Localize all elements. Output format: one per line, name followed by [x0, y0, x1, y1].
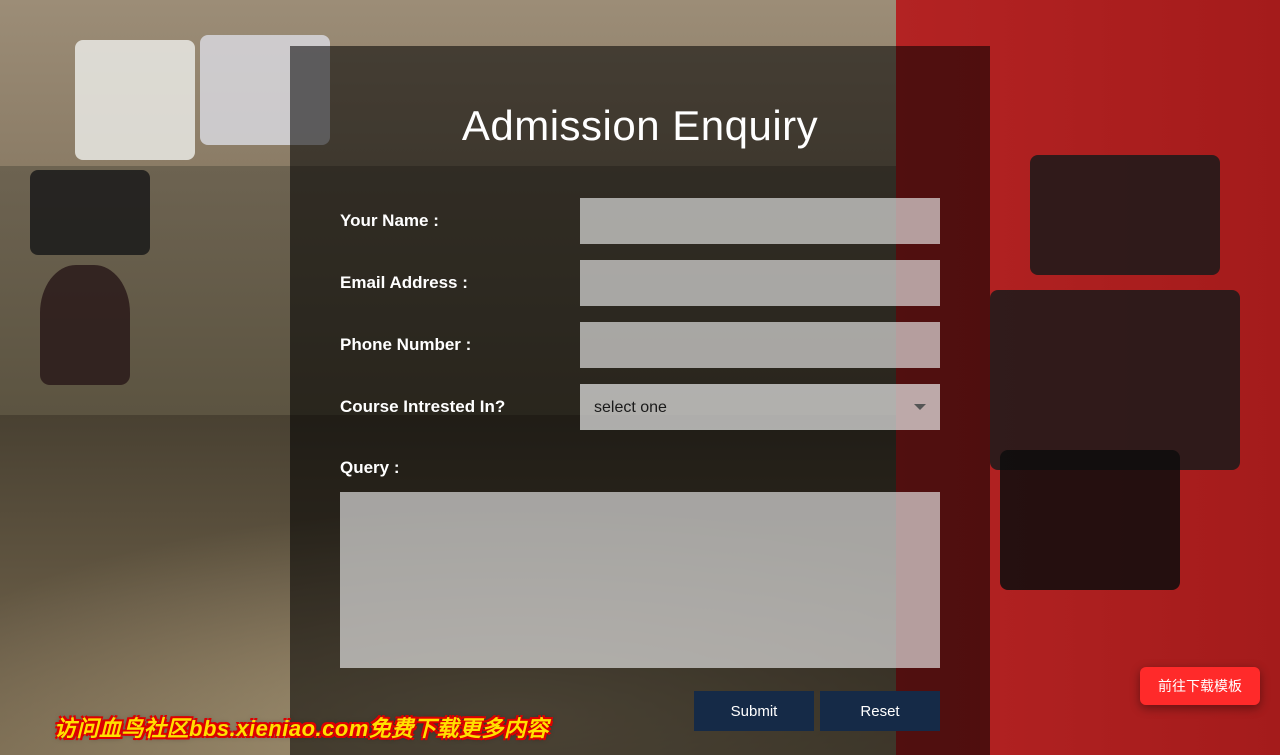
bg-whiteboard [75, 40, 195, 160]
row-name: Your Name : [340, 198, 940, 244]
download-template-button[interactable]: 前往下载模板 [1140, 667, 1260, 705]
row-course: Course Intrested In? select one [340, 384, 940, 430]
phone-input[interactable] [580, 322, 940, 368]
bg-monitor-right-top [1030, 155, 1220, 275]
enquiry-card: Admission Enquiry Your Name : Email Addr… [290, 46, 990, 755]
submit-button[interactable]: Submit [694, 691, 814, 731]
bg-person-left [40, 265, 130, 385]
phone-label: Phone Number : [340, 335, 580, 355]
email-input[interactable] [580, 260, 940, 306]
watermark-text: 访问血鸟社区bbs.xieniao.com免费下载更多内容 [54, 711, 549, 743]
bg-monitor-right-mid [990, 290, 1240, 470]
reset-button[interactable]: Reset [820, 691, 940, 731]
bg-desk-right [1000, 450, 1180, 590]
row-phone: Phone Number : [340, 322, 940, 368]
query-textarea[interactable] [340, 492, 940, 668]
email-label: Email Address : [340, 273, 580, 293]
name-input[interactable] [580, 198, 940, 244]
name-label: Your Name : [340, 211, 580, 231]
bg-monitor-left [30, 170, 150, 255]
query-label: Query : [340, 458, 940, 478]
course-select-wrap: select one [580, 384, 940, 430]
course-label: Course Intrested In? [340, 397, 580, 417]
form-title: Admission Enquiry [340, 102, 940, 150]
row-email: Email Address : [340, 260, 940, 306]
course-select[interactable]: select one [580, 384, 940, 430]
